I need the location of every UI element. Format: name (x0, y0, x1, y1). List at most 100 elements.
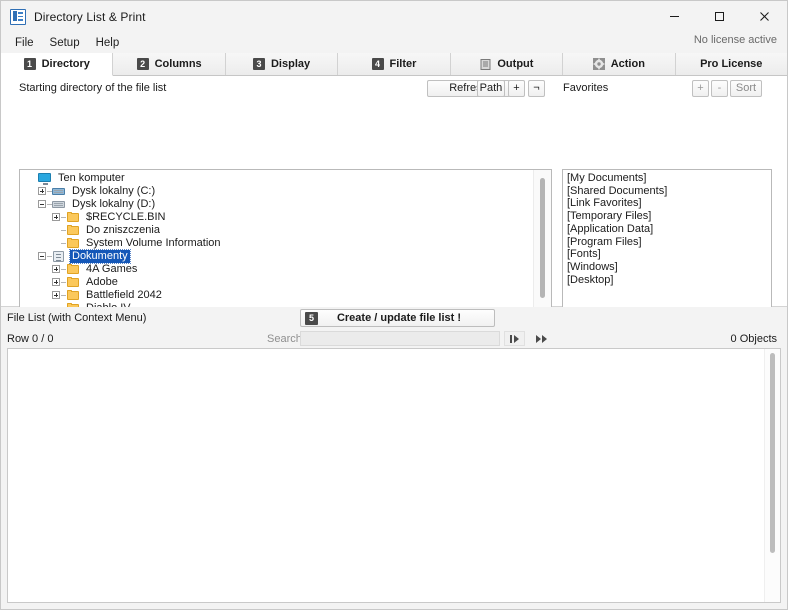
close-button[interactable] (742, 1, 787, 32)
favorite-item[interactable]: [Windows] (565, 261, 771, 274)
collapse-icon[interactable] (37, 199, 52, 210)
tree-item-label: Do zniszczenia (86, 224, 160, 236)
tab-label: Output (497, 58, 534, 70)
expand-icon[interactable] (51, 290, 66, 301)
license-status: No license active (693, 34, 777, 46)
favorite-item[interactable]: [Application Data] (565, 223, 771, 236)
tab-pro-license[interactable]: Pro License (675, 53, 787, 75)
folder-icon (66, 289, 80, 302)
minimize-button[interactable] (652, 1, 697, 32)
network-drive-icon (52, 185, 66, 198)
file-list-view[interactable] (7, 348, 781, 603)
favorite-item[interactable]: [Fonts] (565, 248, 771, 261)
tree-item[interactable]: Adobe (20, 276, 534, 289)
search-input[interactable] (300, 331, 500, 346)
file-list-scrollbar-thumb[interactable] (770, 353, 775, 553)
folder-icon (66, 276, 80, 289)
tab-bar: 1 Directory 2 Columns 3 Display 4 Filter… (1, 53, 787, 76)
tab-columns[interactable]: 2 Columns (113, 53, 226, 75)
directory-toolbar: Starting directory of the file list Refr… (1, 76, 787, 100)
tree-item[interactable]: Ten komputer (20, 172, 534, 185)
tree-item-label: Dokumenty (69, 249, 131, 264)
maximize-button[interactable] (697, 1, 742, 32)
tree-item[interactable]: 4A Games (20, 263, 534, 276)
tree-item[interactable]: Dysk lokalny (C:) (20, 185, 534, 198)
tab-filter[interactable]: 4 Filter (338, 53, 451, 75)
tab-number: 3 (252, 58, 265, 70)
tab-number: 2 (136, 58, 149, 70)
create-update-file-list-button[interactable]: 5 Create / update file list ! (300, 309, 495, 327)
sort-favorites-button[interactable]: Sort (730, 79, 762, 97)
folder-icon (66, 263, 80, 276)
menu-help[interactable]: Help (88, 35, 128, 51)
search-next-button[interactable] (531, 331, 552, 346)
file-list-header-row: File List (with Context Menu) 5 Create /… (1, 307, 787, 329)
menu-setup[interactable]: Setup (42, 35, 88, 51)
folder-icon (66, 211, 80, 224)
tab-number: 4 (371, 58, 384, 70)
favorites-label: Favorites (563, 82, 609, 94)
file-list-scrollbar[interactable] (764, 349, 780, 602)
expand-icon[interactable] (37, 186, 52, 197)
favorite-item[interactable]: [Link Favorites] (565, 197, 771, 210)
favorite-item[interactable]: [Shared Documents] (565, 185, 771, 198)
tree-item-label: Ten komputer (58, 172, 125, 184)
tab-action[interactable]: Action (563, 53, 676, 75)
tab-display[interactable]: 3 Display (225, 53, 339, 75)
tree-item[interactable]: Dysk lokalny (D:) (20, 198, 534, 211)
search-label: Search (267, 332, 302, 345)
favorite-item[interactable]: [My Documents] (565, 172, 771, 185)
title-bar: Directory List & Print (1, 1, 787, 32)
tree-item[interactable]: Dokumenty (20, 249, 534, 264)
add-favorite-button[interactable]: + (692, 79, 709, 97)
window-title: Directory List & Print (34, 9, 146, 24)
tree-item[interactable]: Do zniszczenia (20, 224, 534, 237)
favorite-item[interactable]: [Temporary Files] (565, 210, 771, 223)
application-window: Directory List & Print File Setup Help N… (0, 0, 788, 610)
tree-item-label: Adobe (86, 276, 118, 288)
tree-item[interactable]: $RECYCLE.BIN (20, 211, 534, 224)
tab-output[interactable]: Output (450, 53, 564, 75)
remove-favorite-button[interactable]: - (711, 79, 728, 97)
button-label: Create / update file list ! (336, 312, 462, 324)
document-icon (479, 58, 491, 70)
object-count: 0 Objects (730, 332, 777, 345)
tab-label: Pro License (700, 58, 763, 70)
expand-icon[interactable] (51, 264, 66, 275)
tab-label: Display (270, 58, 311, 70)
directory-panel: Starting directory of the file list Refr… (1, 76, 787, 375)
tree-item[interactable]: System Volume Information (20, 237, 534, 250)
favorite-item[interactable]: [Desktop] (565, 274, 771, 287)
expand-icon[interactable] (51, 212, 66, 223)
tab-directory[interactable]: 1 Directory (1, 53, 114, 76)
add-path-button[interactable]: + (508, 79, 525, 97)
folder-icon (66, 237, 80, 250)
favorite-item[interactable]: [Program Files] (565, 236, 771, 249)
path-button[interactable]: Path (477, 79, 505, 97)
tree-item-label: System Volume Information (86, 237, 221, 249)
tab-number: 1 (23, 58, 36, 70)
status-row: Row 0 / 0 Search 0 Objects (1, 329, 787, 348)
tree-item[interactable]: Battlefield 2042 (20, 289, 534, 302)
menu-file[interactable]: File (7, 35, 42, 51)
menu-bar: File Setup Help No license active (1, 32, 787, 53)
tree-item-label: Battlefield 2042 (86, 289, 162, 301)
documents-icon (52, 250, 66, 263)
tree-item-label: Dysk lokalny (C:) (72, 185, 156, 197)
folder-icon (66, 224, 80, 237)
expand-icon[interactable] (51, 277, 66, 288)
window-controls (652, 1, 787, 32)
row-counter: Row 0 / 0 (7, 332, 54, 345)
starting-directory-label: Starting directory of the file list (19, 82, 167, 94)
tree-spacer (51, 238, 66, 249)
tab-label: Action (610, 58, 645, 70)
tab-label: Directory (41, 58, 90, 70)
remove-path-button[interactable]: ¬ (528, 79, 545, 97)
file-list-label: File List (with Context Menu) (7, 312, 147, 324)
tree-item-label: 4A Games (86, 263, 138, 275)
tree-spacer (51, 225, 66, 236)
search-first-button[interactable] (504, 331, 525, 346)
collapse-icon[interactable] (37, 251, 52, 262)
tree-scrollbar-thumb[interactable] (540, 178, 545, 298)
